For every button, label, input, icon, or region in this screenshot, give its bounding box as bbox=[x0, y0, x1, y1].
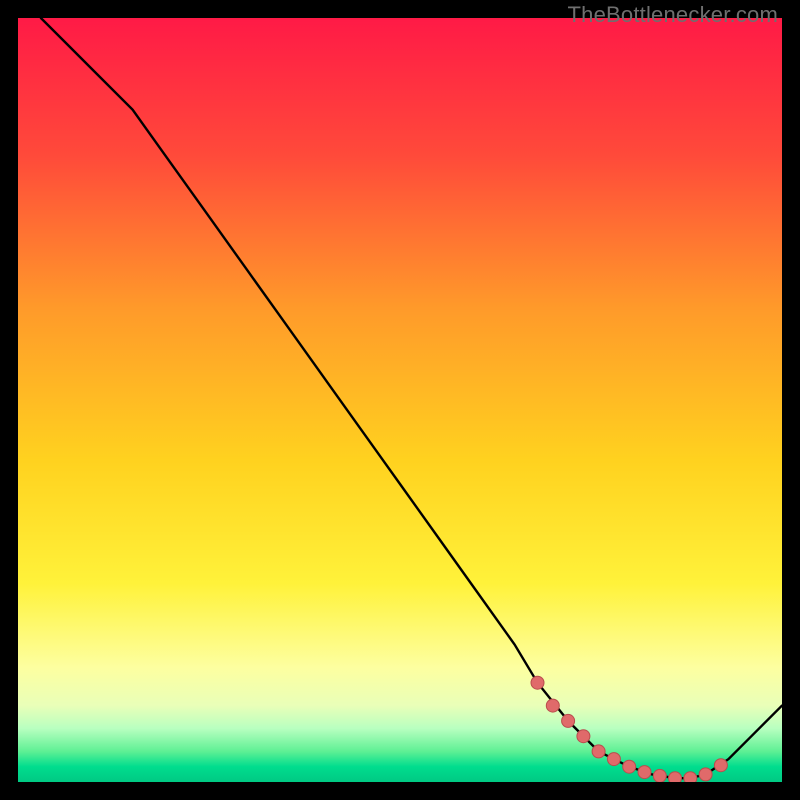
marker-point bbox=[577, 730, 590, 743]
chart-frame bbox=[18, 18, 782, 782]
marker-point bbox=[684, 772, 697, 782]
marker-point bbox=[607, 753, 620, 766]
marker-point bbox=[531, 676, 544, 689]
watermark-text: TheBottlenecker.com bbox=[568, 2, 778, 28]
gradient-background bbox=[18, 18, 782, 782]
marker-point bbox=[714, 759, 727, 772]
marker-point bbox=[638, 766, 651, 779]
marker-point bbox=[653, 769, 666, 782]
marker-point bbox=[669, 772, 682, 782]
marker-point bbox=[592, 745, 605, 758]
chart-canvas bbox=[18, 18, 782, 782]
marker-point bbox=[699, 768, 712, 781]
marker-point bbox=[623, 760, 636, 773]
marker-point bbox=[546, 699, 559, 712]
marker-point bbox=[562, 714, 575, 727]
